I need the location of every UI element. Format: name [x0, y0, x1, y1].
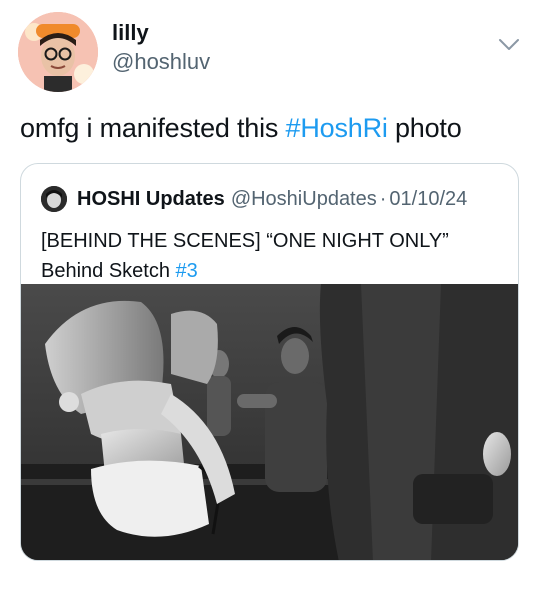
quoted-author-avatar[interactable]: [41, 186, 67, 212]
chevron-down-icon[interactable]: [498, 38, 520, 52]
quoted-text-line1: [BEHIND THE SCENES] “ONE NIGHT ONLY”: [41, 230, 449, 252]
quoted-avatar-image: [41, 186, 67, 212]
author-handle[interactable]: @hoshluv: [112, 48, 210, 76]
avatar-image: [18, 12, 98, 92]
quoted-text-line2: Behind Sketch #3: [41, 256, 501, 286]
quoted-text-line2-prefix: Behind Sketch: [41, 260, 176, 282]
quoted-tweet-header: HOSHI Updates @HoshiUpdates · 01/10/24: [41, 186, 467, 212]
author-display-name[interactable]: lilly: [112, 20, 210, 46]
hashtag-link[interactable]: #HoshRi: [286, 113, 388, 143]
separator-dot: ·: [379, 187, 387, 210]
author-block: lilly @hoshluv: [112, 20, 210, 76]
tweet: lilly @hoshluv omfg i manifested this #H…: [0, 0, 540, 595]
quoted-tweet[interactable]: HOSHI Updates @HoshiUpdates · 01/10/24 […: [20, 163, 519, 561]
quoted-tweet-photo[interactable]: [21, 284, 519, 561]
quoted-hashtag-link[interactable]: #3: [176, 260, 198, 282]
quoted-tweet-text: [BEHIND THE SCENES] “ONE NIGHT ONLY” Beh…: [41, 226, 501, 286]
author-avatar[interactable]: [18, 12, 98, 92]
tweet-text-after: photo: [387, 113, 462, 143]
tweet-text-before: omfg i manifested this: [20, 113, 286, 143]
quoted-author-name[interactable]: HOSHI Updates: [77, 188, 225, 211]
quoted-author-handle[interactable]: @HoshiUpdates: [231, 188, 377, 211]
quoted-tweet-date[interactable]: 01/10/24: [389, 188, 467, 211]
tweet-text: omfg i manifested this #HoshRi photo: [20, 110, 462, 146]
